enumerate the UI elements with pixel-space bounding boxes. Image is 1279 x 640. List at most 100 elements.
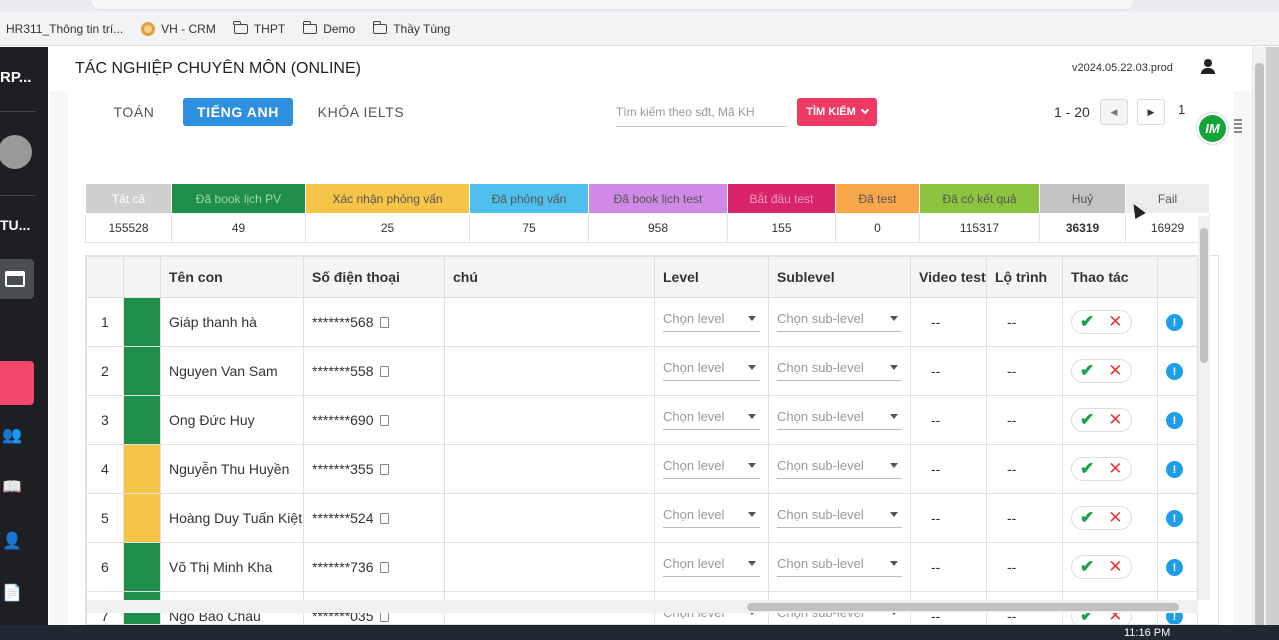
status-filter-tab[interactable]: Đã book lịch test bbox=[588, 183, 728, 214]
table-vertical-scrollbar[interactable] bbox=[1198, 216, 1210, 600]
copy-icon[interactable] bbox=[379, 463, 389, 475]
browser-toolbar bbox=[0, 0, 1279, 12]
status-filter-tab[interactable]: Huỷ bbox=[1039, 183, 1126, 214]
sublevel-select[interactable]: Chọn sub-level bbox=[777, 453, 902, 479]
status-count: 49 bbox=[171, 213, 306, 243]
book-icon[interactable]: 📖 bbox=[0, 477, 24, 497]
tab-khoa-ielts[interactable]: KHÓA IELTS bbox=[306, 98, 416, 126]
copy-icon[interactable] bbox=[379, 414, 389, 426]
level-select[interactable]: Chọn level bbox=[663, 404, 760, 430]
approve-icon[interactable]: ✔ bbox=[1080, 459, 1094, 479]
table-row[interactable]: 6 Võ Thị Minh Kha *******736 Chọn level Chọn… bbox=[86, 542, 1198, 592]
info-icon[interactable]: ! bbox=[1166, 314, 1183, 332]
page-number[interactable]: 1 bbox=[1178, 102, 1185, 117]
row-number: 1 bbox=[86, 297, 124, 347]
bookmark-item[interactable]: Demo bbox=[302, 20, 356, 36]
student-name: Võ Thị Minh Kha bbox=[160, 542, 304, 592]
bookmark-item[interactable]: VH - CRM bbox=[141, 21, 216, 36]
note-cell bbox=[444, 346, 655, 396]
address-bar[interactable] bbox=[90, 0, 1135, 10]
level-cell: Chọn level bbox=[654, 493, 769, 543]
im-floating-button[interactable]: IM bbox=[1197, 113, 1228, 144]
bookmark-item[interactable]: Thầy Tùng bbox=[372, 20, 450, 36]
taskbar: 11:16 PM bbox=[0, 625, 1279, 640]
sublevel-select[interactable]: Chọn sub-level bbox=[777, 502, 902, 528]
prev-page-button[interactable]: ◀ bbox=[1100, 99, 1128, 125]
approve-icon[interactable]: ✔ bbox=[1080, 312, 1094, 332]
approve-icon[interactable]: ✔ bbox=[1080, 410, 1094, 430]
sublevel-select[interactable]: Chọn sub-level bbox=[777, 355, 902, 381]
level-select[interactable]: Chọn level bbox=[663, 355, 760, 381]
copy-icon[interactable] bbox=[379, 561, 389, 573]
scrollbar-thumb[interactable] bbox=[1255, 63, 1264, 627]
dropdown-arrow-icon bbox=[890, 561, 898, 566]
scrollbar-thumb[interactable] bbox=[1200, 228, 1208, 363]
approve-icon[interactable]: ✔ bbox=[1080, 361, 1094, 381]
row-number: 4 bbox=[86, 444, 124, 494]
drag-handle-icon[interactable] bbox=[1234, 119, 1242, 135]
page-scrollbar[interactable] bbox=[1252, 47, 1266, 627]
level-select[interactable]: Chọn level bbox=[663, 306, 760, 332]
table-row[interactable]: 1 Giáp thanh hà *******568 Chọn level Chọn s… bbox=[86, 297, 1198, 347]
tab-tieng-anh[interactable]: TIẾNG ANH bbox=[183, 98, 293, 126]
reject-icon[interactable]: ✕ bbox=[1108, 508, 1122, 528]
status-filter-tab[interactable]: Xác nhận phỏng vấn bbox=[305, 183, 470, 214]
sublevel-select[interactable]: Chọn sub-level bbox=[777, 551, 902, 577]
sidebar-item-active[interactable] bbox=[0, 361, 34, 405]
level-select[interactable]: Chọn level bbox=[663, 502, 760, 528]
row-status-color bbox=[123, 542, 161, 592]
status-filter-tab[interactable]: Đã book lịch PV bbox=[171, 183, 306, 214]
status-filter-tab[interactable]: Bắt đầu test bbox=[727, 183, 836, 214]
status-filter-tab[interactable]: Tất cả bbox=[85, 183, 172, 214]
copy-icon[interactable] bbox=[379, 512, 389, 524]
action-group: ✔ ✕ bbox=[1071, 408, 1132, 432]
table-row[interactable]: 5 Hoàng Duy Tuấn Kiệt *******524 Chọn level… bbox=[86, 493, 1198, 543]
user-icon[interactable] bbox=[1201, 59, 1215, 75]
next-page-button[interactable]: ▶ bbox=[1137, 99, 1165, 125]
video-test-cell: -- bbox=[910, 395, 987, 445]
user-tie-icon[interactable]: 👤 bbox=[0, 531, 24, 551]
approve-icon[interactable]: ✔ bbox=[1080, 508, 1094, 528]
roadmap-cell: -- bbox=[986, 346, 1063, 396]
info-icon[interactable]: ! bbox=[1166, 510, 1183, 528]
status-filter-tab[interactable]: Đã phỏng vấn bbox=[469, 183, 589, 214]
scrollbar-thumb[interactable] bbox=[747, 603, 1179, 611]
bookmark-item[interactable]: HR311_Thông tin trí... bbox=[6, 22, 123, 36]
info-icon[interactable]: ! bbox=[1166, 559, 1183, 577]
table-row[interactable]: 2 Nguyen Van Sam *******558 Chọn level Chọn … bbox=[86, 346, 1198, 396]
level-select[interactable]: Chọn level bbox=[663, 453, 760, 479]
reject-icon[interactable]: ✕ bbox=[1108, 459, 1122, 479]
level-select[interactable]: Chọn level bbox=[663, 551, 760, 577]
copy-icon[interactable] bbox=[379, 316, 389, 328]
copy-icon[interactable] bbox=[379, 365, 389, 377]
bookmark-label: Demo bbox=[323, 21, 356, 36]
info-icon[interactable]: ! bbox=[1166, 363, 1183, 381]
info-icon[interactable]: ! bbox=[1166, 461, 1183, 479]
status-filter-tab[interactable]: Đã test bbox=[835, 183, 920, 214]
users-icon[interactable]: 👥 bbox=[0, 425, 24, 445]
phone-number: *******524 bbox=[312, 510, 374, 526]
video-test-cell: -- bbox=[910, 444, 987, 494]
sidebar-item-dashboard[interactable] bbox=[0, 259, 34, 299]
sublevel-select[interactable]: Chọn sub-level bbox=[777, 404, 902, 430]
reject-icon[interactable]: ✕ bbox=[1108, 557, 1122, 577]
bookmark-item[interactable]: THPT bbox=[233, 20, 285, 36]
reject-icon[interactable]: ✕ bbox=[1108, 312, 1122, 332]
avatar[interactable] bbox=[0, 135, 32, 169]
phone-cell: *******558 bbox=[303, 346, 445, 396]
approve-icon[interactable]: ✔ bbox=[1080, 557, 1094, 577]
table-row[interactable]: 3 Ong Đức Huy *******690 Chọn level Chọn sub… bbox=[86, 395, 1198, 445]
taskbar-clock: 11:16 PM bbox=[1124, 627, 1171, 639]
sublevel-cell: Chọn sub-level bbox=[768, 297, 911, 347]
status-filter-tab[interactable]: Đã có kết quả bbox=[919, 183, 1040, 214]
reject-icon[interactable]: ✕ bbox=[1108, 410, 1122, 430]
table-row[interactable]: 4 Nguyễn Thu Huyền *******355 Chọn level Chọ… bbox=[86, 444, 1198, 494]
search-input[interactable]: Tìm kiếm theo sđt, Mã KH bbox=[616, 99, 786, 127]
search-button[interactable]: TÌM KIẾM bbox=[797, 98, 877, 126]
document-icon[interactable]: 📄 bbox=[0, 583, 24, 603]
sublevel-select[interactable]: Chọn sub-level bbox=[777, 306, 902, 332]
tab-toan[interactable]: TOÁN bbox=[94, 98, 174, 126]
table-horizontal-scrollbar[interactable] bbox=[87, 600, 1198, 613]
reject-icon[interactable]: ✕ bbox=[1108, 361, 1122, 381]
info-icon[interactable]: ! bbox=[1166, 412, 1183, 430]
